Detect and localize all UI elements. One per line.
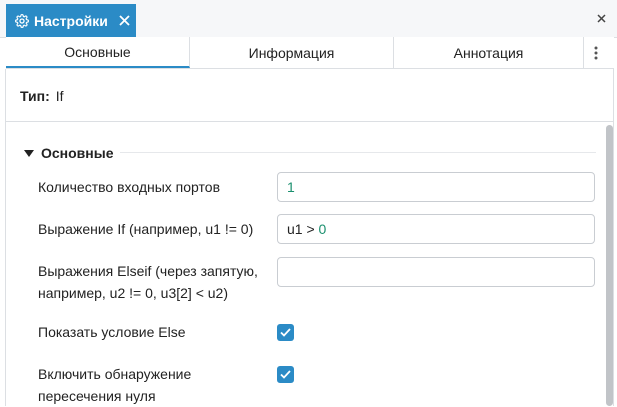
zero-crossing-label-line1: Включить обнаружение [38, 366, 192, 382]
window-close-icon[interactable] [595, 12, 607, 24]
check-icon [280, 328, 291, 337]
scrollbar-thumb[interactable] [606, 125, 613, 406]
tab-title: Настройки [34, 12, 108, 29]
type-label: Тип: [20, 88, 50, 104]
section-header-main[interactable]: Основные [24, 145, 114, 161]
tab-info[interactable]: Информация [190, 37, 394, 68]
show-else-checkbox[interactable] [277, 324, 294, 341]
section-divider [120, 152, 596, 153]
if-expr-number: 0 [318, 221, 327, 237]
elseif-expression-label: Выражения Elseif (через запятую, наприме… [38, 260, 258, 304]
if-expression-label: Выражение If (например, u1 != 0) [38, 221, 254, 237]
zero-crossing-checkbox[interactable] [277, 366, 294, 383]
panel-border-right [613, 69, 614, 406]
zero-crossing-label: Включить обнаружение пересечения нуля [38, 363, 191, 407]
caret-down-icon [24, 148, 34, 158]
block-type-row: Тип: If [20, 88, 64, 104]
check-icon [280, 370, 291, 379]
tab-strip: Основные Информация Аннотация [6, 37, 614, 69]
input-ports-label: Количество входных портов [38, 179, 221, 195]
divider [6, 121, 613, 122]
elseif-expression-field[interactable] [277, 257, 595, 287]
section-title: Основные [41, 145, 114, 161]
zero-crossing-label-line2: пересечения нуля [38, 388, 156, 404]
if-expr-operator: > [302, 221, 319, 237]
if-expression-field[interactable]: u1 > 0 [277, 214, 595, 244]
elseif-label-line1: Выражения Elseif (через запятую, [38, 263, 258, 279]
panel-border-left [5, 69, 6, 406]
type-value: If [55, 88, 64, 104]
more-vertical-icon[interactable] [584, 37, 608, 68]
gear-icon [14, 13, 30, 29]
title-bar: Настройки [0, 0, 617, 38]
input-ports-field[interactable]: 1 [277, 172, 595, 202]
tab-annotation[interactable]: Аннотация [394, 37, 584, 68]
if-expr-variable: u1 [287, 221, 303, 237]
elseif-label-line2: например, u2 != 0, u3[2] < u2) [38, 285, 228, 301]
settings-tab[interactable]: Настройки [6, 4, 136, 37]
tab-main[interactable]: Основные [6, 37, 190, 68]
show-else-label: Показать условие Else [38, 324, 186, 340]
input-ports-value: 1 [287, 179, 295, 195]
close-icon[interactable] [118, 14, 132, 28]
